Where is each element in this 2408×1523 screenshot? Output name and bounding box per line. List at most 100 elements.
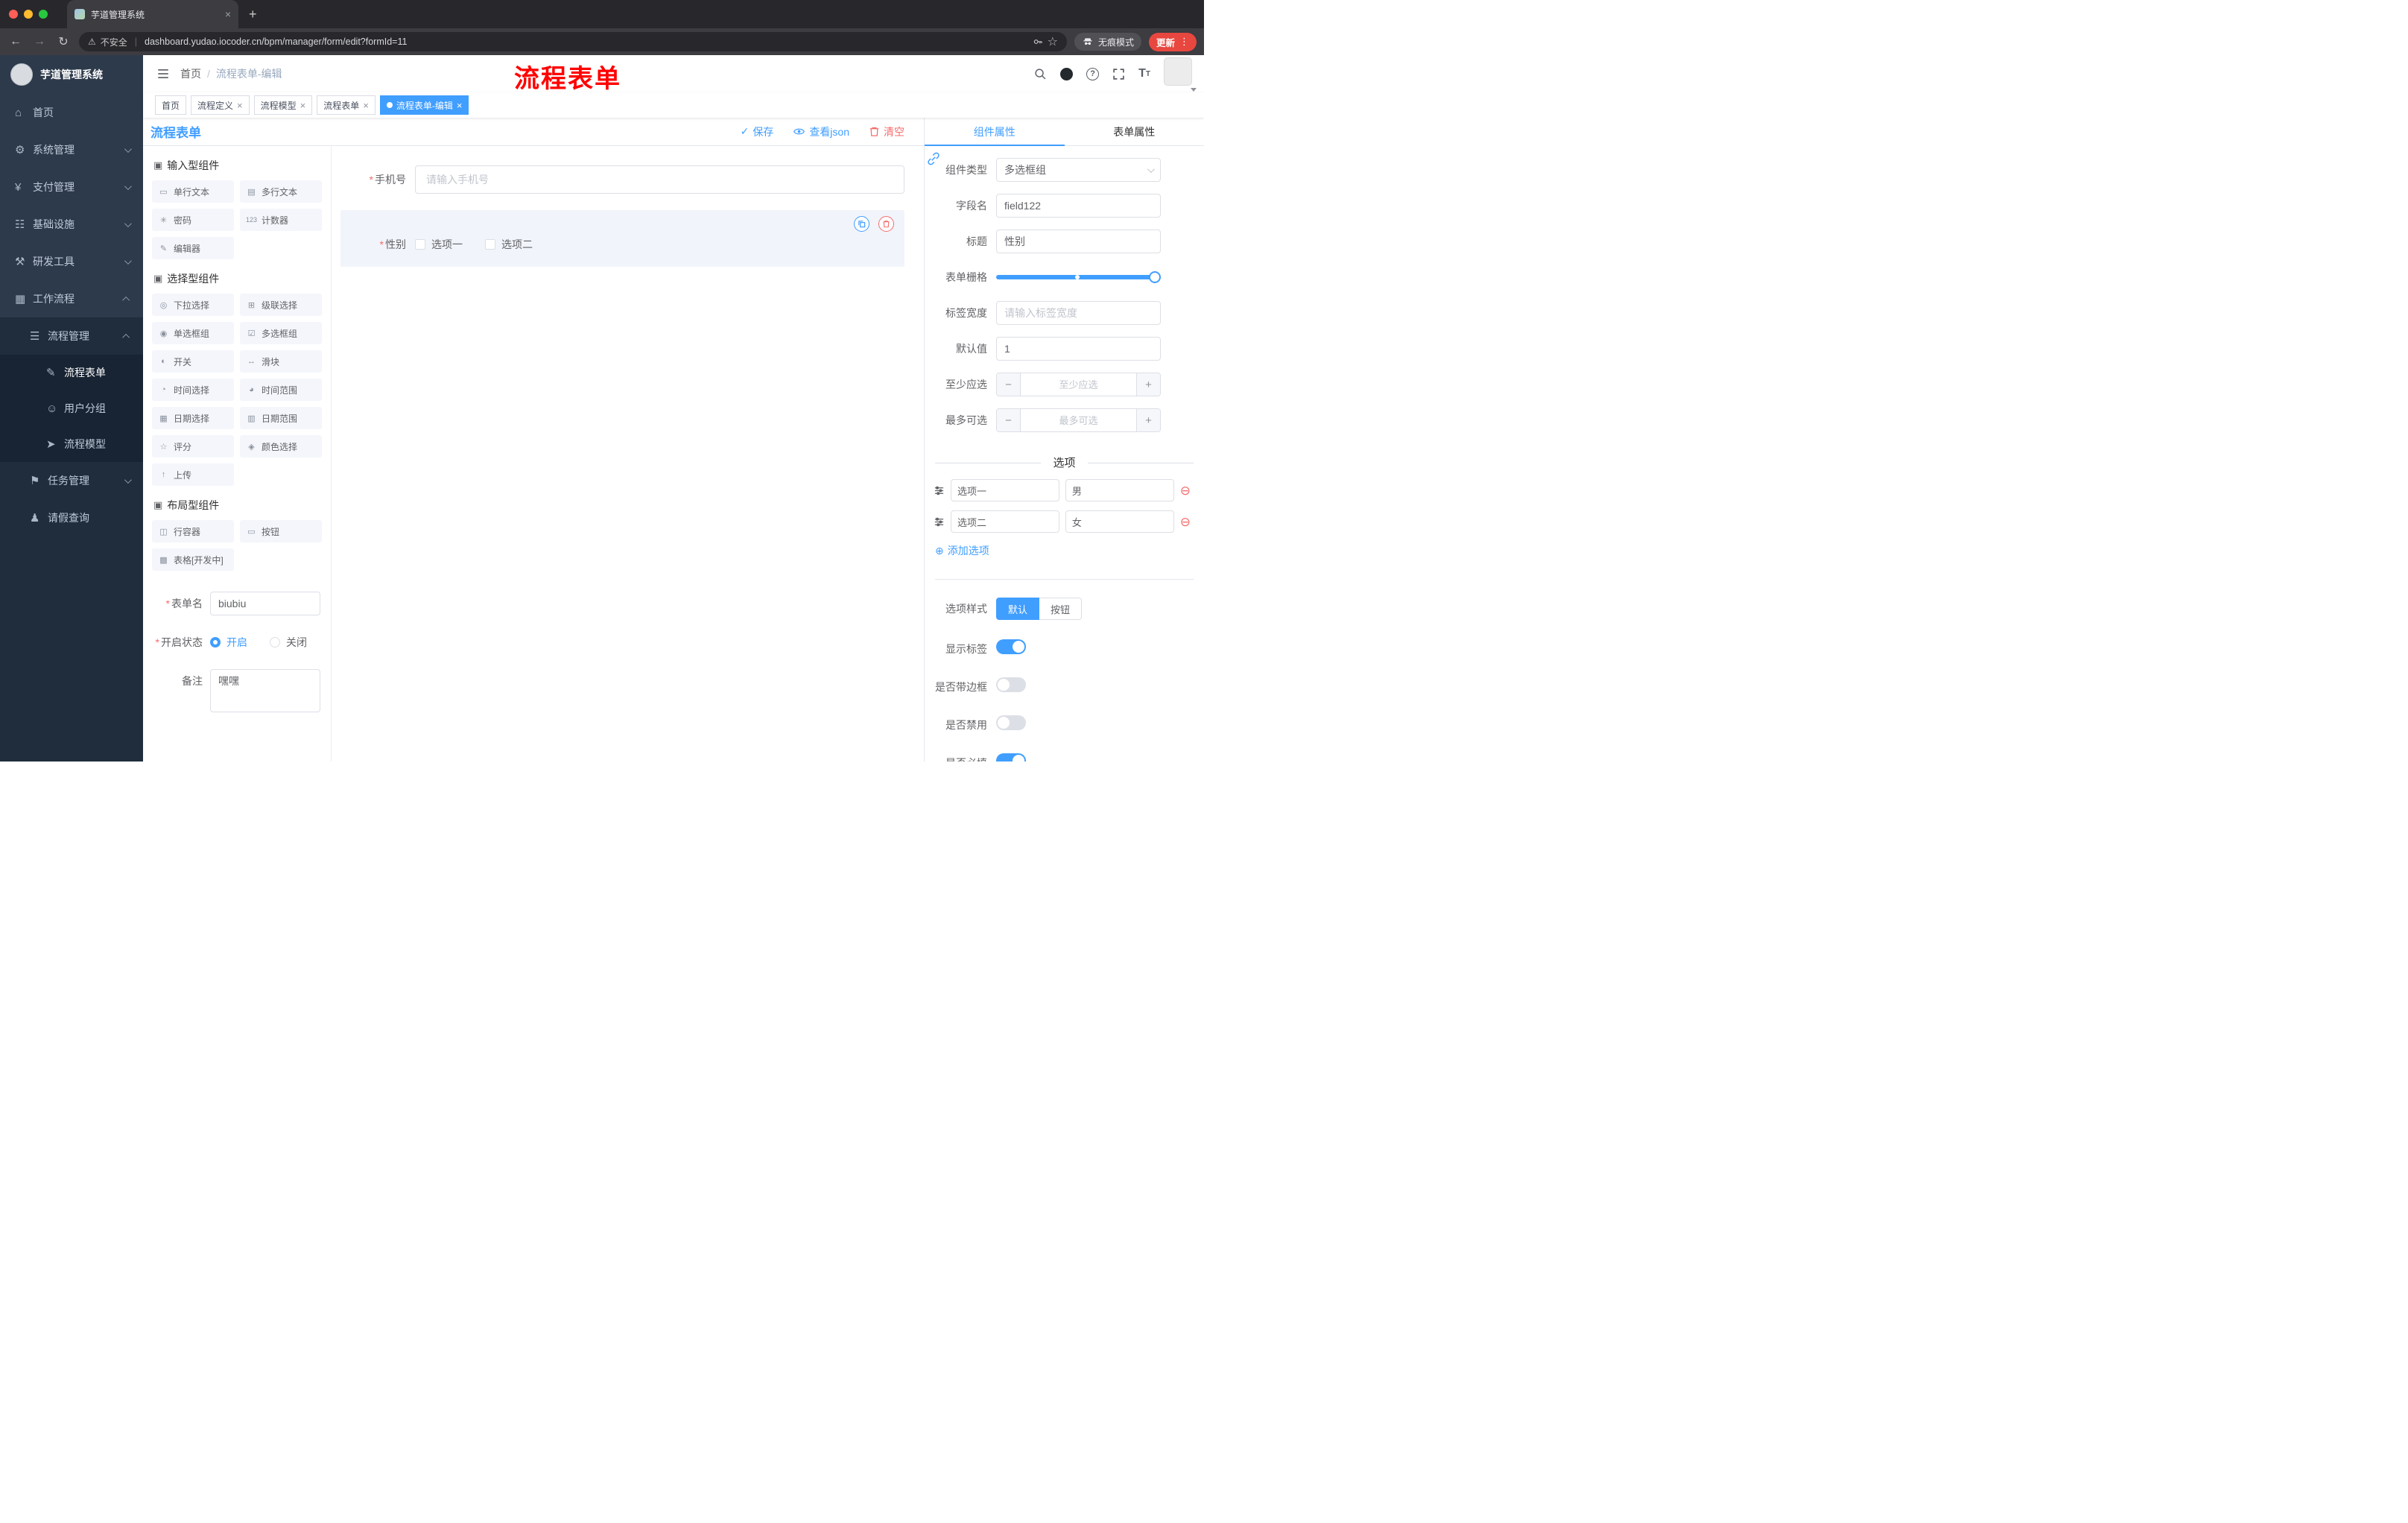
back-button[interactable]: ← (7, 35, 24, 48)
checkbox-icon[interactable] (415, 239, 425, 250)
add-option-button[interactable]: ⊕ 添加选项 (935, 543, 1204, 558)
tag-home[interactable]: 首页 (155, 95, 187, 115)
breadcrumb-home[interactable]: 首页 (180, 66, 201, 81)
component-item-cascader[interactable]: ⊞ 级联选择 (240, 294, 322, 316)
tab-form-props[interactable]: 表单属性 (1064, 118, 1204, 146)
reload-button[interactable]: ↻ (55, 34, 72, 49)
sidebar-item-workflow[interactable]: ▦ 工作流程 (0, 280, 143, 317)
phone-input[interactable] (415, 165, 904, 194)
decrease-button[interactable]: − (997, 373, 1021, 396)
component-item-editor[interactable]: ✎ 编辑器 (152, 237, 234, 259)
increase-button[interactable]: + (1136, 373, 1160, 396)
grid-slider[interactable] (996, 265, 1161, 289)
title-input[interactable] (996, 229, 1161, 253)
sidebar-item-process-management[interactable]: ☰ 流程管理 (0, 317, 143, 355)
search-icon[interactable] (1034, 68, 1047, 80)
label-width-input[interactable] (996, 301, 1161, 325)
sidebar-item-user-group[interactable]: ☺ 用户分组 (0, 390, 143, 426)
phone-field-row[interactable]: * 手机号 (340, 165, 904, 194)
component-item-time-picker[interactable]: ◔ 时间选择 (152, 379, 234, 401)
component-item-row-container[interactable]: ◫ 行容器 (152, 520, 234, 542)
style-button-button[interactable]: 按钮 (1039, 598, 1083, 620)
maximize-window-button[interactable] (39, 10, 48, 19)
save-button[interactable]: ✓ 保存 (741, 124, 774, 139)
component-item-switch[interactable]: ◐ 开关 (152, 350, 234, 373)
decrease-button[interactable]: − (997, 409, 1021, 431)
url-text[interactable]: dashboard.yudao.iocoder.cn/bpm/manager/f… (145, 37, 1028, 47)
component-item-checkbox-group[interactable]: ☑ 多选框组 (240, 322, 322, 344)
remove-option-icon[interactable]: ⊖ (1180, 516, 1191, 528)
clear-button[interactable]: 清空 (869, 124, 904, 139)
radio-on-label[interactable]: 开启 (226, 630, 247, 654)
sidebar-item-infrastructure[interactable]: ☷ 基础设施 (0, 206, 143, 243)
view-json-button[interactable]: 查看json (793, 124, 849, 139)
component-item-button[interactable]: ▭ 按钮 (240, 520, 322, 542)
update-button[interactable]: 更新 ⋮ (1148, 32, 1197, 51)
component-item-time-range[interactable]: ◕ 时间范围 (240, 379, 322, 401)
component-item-counter[interactable]: 123 计数器 (240, 209, 322, 231)
avatar[interactable] (1164, 57, 1192, 86)
font-size-icon[interactable]: TT (1138, 67, 1150, 80)
form-name-input[interactable] (210, 592, 320, 615)
gender-option-1[interactable]: 选项一 (415, 237, 463, 252)
form-remark-textarea[interactable]: 嘿嘿 (210, 669, 320, 712)
component-item-table[interactable]: ▩ 表格[开发中] (152, 548, 234, 571)
fullscreen-icon[interactable] (1112, 68, 1125, 80)
component-item-slider[interactable]: ↔ 滑块 (240, 350, 322, 373)
remove-option-icon[interactable]: ⊖ (1180, 484, 1191, 497)
component-item-date-range[interactable]: ▥ 日期范围 (240, 407, 322, 429)
link-icon[interactable] (927, 152, 940, 169)
show-label-switch[interactable] (996, 639, 1026, 654)
radio-off-label[interactable]: 关闭 (286, 630, 307, 654)
increase-button[interactable]: + (1136, 409, 1160, 431)
component-item-password[interactable]: ✳ 密码 (152, 209, 234, 231)
drag-handle-icon[interactable] (934, 516, 945, 528)
component-item-radio-group[interactable]: ◉ 单选框组 (152, 322, 234, 344)
component-item-multi-line-text[interactable]: ▤ 多行文本 (240, 180, 322, 203)
component-item-rate[interactable]: ☆ 评分 (152, 435, 234, 457)
sidebar-item-leave-query[interactable]: ♟ 请假查询 (0, 499, 143, 536)
sidebar-item-task-management[interactable]: ⚑ 任务管理 (0, 462, 143, 499)
tag-process-form-edit[interactable]: 流程表单-编辑 × (379, 95, 469, 115)
address-bar[interactable]: ⚠ 不安全 | dashboard.yudao.iocoder.cn/bpm/m… (79, 32, 1067, 51)
component-type-select[interactable]: 多选框组 (996, 158, 1161, 182)
field-name-input[interactable] (996, 194, 1161, 218)
sidebar-item-system-management[interactable]: ⚙ 系统管理 (0, 131, 143, 168)
checkbox-icon[interactable] (485, 239, 495, 250)
component-item-color-picker[interactable]: ◈ 颜色选择 (240, 435, 322, 457)
browser-tab[interactable]: 芋道管理系统 × (67, 0, 238, 28)
min-select-input[interactable] (1021, 373, 1136, 396)
tag-close-icon[interactable]: × (300, 101, 306, 110)
form-canvas[interactable]: * 手机号 请输入手机号 * 性别 选项一 选项二 (332, 146, 924, 762)
github-icon[interactable] (1060, 67, 1074, 80)
sidebar-item-payment-management[interactable]: ¥ 支付管理 (0, 168, 143, 206)
gender-option-2[interactable]: 选项二 (485, 237, 533, 252)
disabled-switch[interactable] (996, 715, 1026, 730)
default-value-input[interactable] (996, 337, 1161, 361)
sidebar-item-dev-tools[interactable]: ⚒ 研发工具 (0, 243, 143, 280)
bookmark-star-icon[interactable]: ☆ (1048, 34, 1058, 49)
delete-component-icon[interactable] (878, 216, 894, 232)
max-select-input[interactable] (1021, 409, 1136, 431)
tab-close-icon[interactable]: × (225, 9, 231, 19)
browser-menu-icon[interactable]: ⋮ (1179, 36, 1189, 48)
component-item-upload[interactable]: ↑ 上传 (152, 463, 234, 486)
tag-process-model[interactable]: 流程模型 × (253, 95, 313, 115)
tag-close-icon[interactable]: × (363, 101, 369, 110)
option-value-input[interactable] (1065, 510, 1174, 533)
tag-process-form[interactable]: 流程表单 × (317, 95, 376, 115)
copy-component-icon[interactable] (854, 216, 869, 232)
tab-component-props[interactable]: 组件属性 (925, 118, 1065, 146)
radio-on[interactable] (210, 637, 221, 647)
border-switch[interactable] (996, 677, 1026, 692)
minimize-window-button[interactable] (24, 10, 33, 19)
key-icon[interactable] (1033, 37, 1043, 47)
tag-close-icon[interactable]: × (457, 101, 463, 110)
slider-handle[interactable] (1149, 271, 1161, 283)
menu-fold-icon[interactable] (143, 67, 180, 80)
component-item-select-dropdown[interactable]: ◎ 下拉选择 (152, 294, 234, 316)
component-item-single-line-text[interactable]: ▭ 单行文本 (152, 180, 234, 203)
component-item-date-picker[interactable]: ▦ 日期选择 (152, 407, 234, 429)
sidebar-item-home[interactable]: ⌂ 首页 (0, 94, 143, 131)
required-switch[interactable] (996, 753, 1026, 762)
